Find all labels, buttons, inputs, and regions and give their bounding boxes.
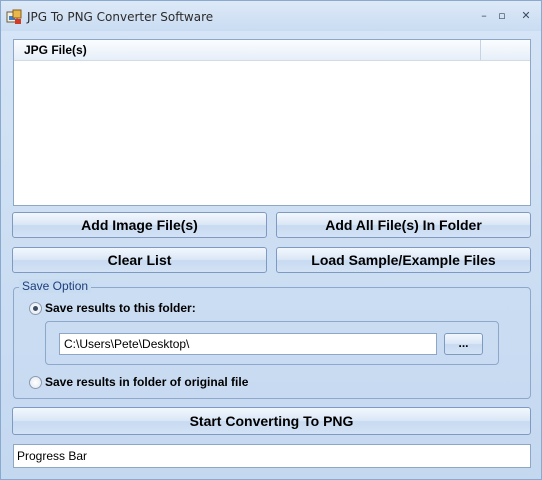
save-to-original-folder-radio[interactable] — [29, 376, 42, 389]
add-image-files-button[interactable]: Add Image File(s) — [12, 212, 267, 238]
list-header: JPG File(s) — [14, 40, 530, 61]
maximize-button[interactable]: ▫ — [491, 7, 513, 25]
close-button[interactable]: ✕ — [515, 7, 537, 25]
save-to-folder-radio[interactable] — [29, 302, 42, 315]
window-title: JPG To PNG Converter Software — [27, 10, 214, 24]
save-option-title: Save Option — [19, 279, 92, 293]
browse-folder-button[interactable]: ... — [444, 333, 483, 355]
app-icon — [6, 9, 22, 24]
column-header-jpg-files[interactable]: JPG File(s) — [14, 40, 481, 60]
radio-selected-dot — [33, 306, 38, 311]
clear-list-button[interactable]: Clear List — [12, 247, 267, 273]
progress-bar: Progress Bar — [13, 444, 531, 468]
save-to-folder-label[interactable]: Save results to this folder: — [45, 301, 196, 315]
file-list[interactable]: JPG File(s) — [13, 39, 531, 206]
add-all-files-in-folder-button[interactable]: Add All File(s) In Folder — [276, 212, 531, 238]
app-window: JPG To PNG Converter Software – ▫ ✕ JPG … — [0, 0, 542, 480]
start-converting-button[interactable]: Start Converting To PNG — [12, 407, 531, 435]
save-to-original-folder-label[interactable]: Save results in folder of original file — [45, 375, 248, 389]
column-header-empty[interactable] — [482, 40, 530, 60]
output-folder-input[interactable]: C:\Users\Pete\Desktop\ — [59, 333, 437, 355]
load-sample-files-button[interactable]: Load Sample/Example Files — [276, 247, 531, 273]
title-bar[interactable]: JPG To PNG Converter Software – ▫ ✕ — [1, 1, 541, 31]
